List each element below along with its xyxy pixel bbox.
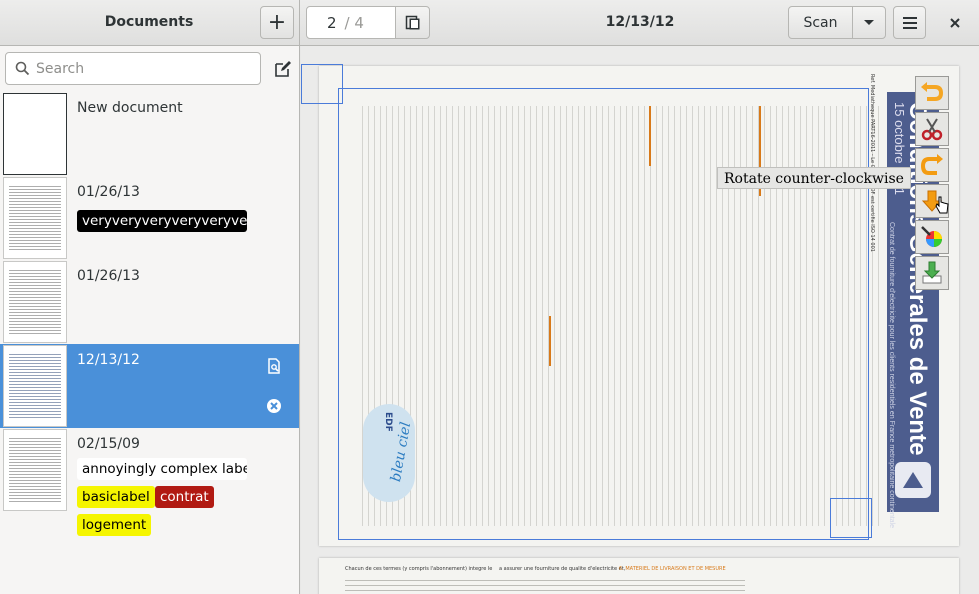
document-properties-icon[interactable] (266, 358, 282, 374)
document-thumbnail (3, 177, 67, 259)
rotate-counter-clockwise-tool[interactable] (915, 148, 949, 182)
rotate-clockwise-icon (921, 82, 944, 101)
document-title: 12/13/12 (605, 14, 675, 30)
label-badge: logement (77, 514, 152, 536)
document-list: New document 01/26/13 veryveryveryveryve… (0, 92, 299, 538)
crop-selection-box[interactable] (338, 88, 869, 540)
scissors-icon (921, 118, 943, 141)
document-thumbnail (3, 261, 67, 343)
search-input[interactable] (36, 59, 251, 79)
document-date: New document (77, 100, 183, 116)
save-page-tool[interactable] (915, 256, 949, 290)
download-icon (922, 261, 942, 284)
hand-cursor-icon (935, 196, 949, 214)
crop-handle-top-left[interactable] (301, 64, 343, 104)
label-badge: basiclabel (77, 486, 155, 508)
page-viewer[interactable]: Ref. Mediatheque PART16-2011 - Le Groupe… (301, 46, 979, 594)
document-date: 01/26/13 (77, 268, 140, 284)
document-item-selected[interactable]: 12/13/12 (0, 344, 299, 428)
rotate-clockwise-tool[interactable] (915, 76, 949, 110)
sidebar-title: Documents (104, 14, 194, 30)
add-document-button[interactable]: + (260, 6, 294, 39)
page-tool-palette (915, 76, 953, 292)
page-number-field[interactable]: 2 / 4 (306, 6, 396, 39)
scan-dropdown-button[interactable] (852, 6, 886, 39)
sidebar-header: Documents + (0, 0, 300, 46)
label-badge: veryveryveryveryveryver (77, 210, 247, 232)
document-item[interactable]: 02/15/09 annoyingly complex labe basicla… (0, 428, 299, 538)
page2-text: a assurer une fourniture de qualite d'el… (499, 566, 626, 572)
page2-text: Chacun de ces termes (y compris l'abonne… (345, 566, 493, 572)
document-thumbnail (3, 345, 67, 427)
page-layout-icon (405, 15, 419, 29)
search-box[interactable] (5, 52, 261, 85)
layout-button[interactable] (395, 6, 430, 39)
edit-labels-button[interactable] (270, 56, 296, 82)
tooltip: Rotate counter-clockwise (717, 167, 911, 189)
page2-heading: 6. MATERIEL DE LIVRAISON ET DE MESURE (619, 566, 726, 572)
page-ref-text: Ref. Mediatheque PART16-2011 - Le Groupe… (869, 74, 875, 252)
sidebar: New document 01/26/13 veryveryveryveryve… (0, 46, 300, 594)
edit-icon (275, 61, 291, 77)
label-badge: contrat (155, 486, 214, 508)
crop-handle-bottom-right[interactable] (830, 498, 872, 538)
scan-button[interactable]: Scan (788, 6, 853, 39)
search-icon (15, 61, 30, 76)
close-window-button[interactable] (940, 12, 970, 34)
header-bar: Documents + 2 / 4 12/13/12 Scan (0, 0, 979, 46)
document-item[interactable]: 01/26/13 (0, 260, 299, 344)
page-brand-icon (895, 462, 931, 498)
rotate-counter-clockwise-icon (920, 154, 943, 175)
hamburger-menu-icon (902, 16, 917, 29)
document-date: 02/15/09 (77, 436, 140, 452)
page-image[interactable]: Ref. Mediatheque PART16-2011 - Le Groupe… (319, 66, 959, 546)
page-current: 2 (327, 13, 337, 32)
delete-document-icon[interactable] (266, 398, 282, 414)
next-page-image[interactable]: Chacun de ces termes (y compris l'abonne… (319, 558, 959, 594)
document-thumbnail (3, 93, 67, 175)
menu-button[interactable] (893, 6, 926, 39)
document-item[interactable]: 01/26/13 veryveryveryveryveryver (0, 176, 299, 260)
page2-body-text (345, 576, 745, 594)
close-icon (950, 18, 960, 28)
document-item-new[interactable]: New document (0, 92, 299, 176)
cut-tool[interactable] (915, 112, 949, 146)
document-thumbnail (3, 429, 67, 511)
document-date: 01/26/13 (77, 184, 140, 200)
page-total: / 4 (344, 13, 364, 32)
label-badge: annoyingly complex labe (77, 458, 247, 480)
chevron-down-icon (864, 19, 874, 25)
document-date: 12/13/12 (77, 352, 140, 368)
color-tool[interactable] (915, 220, 949, 254)
color-picker-icon (921, 226, 942, 247)
